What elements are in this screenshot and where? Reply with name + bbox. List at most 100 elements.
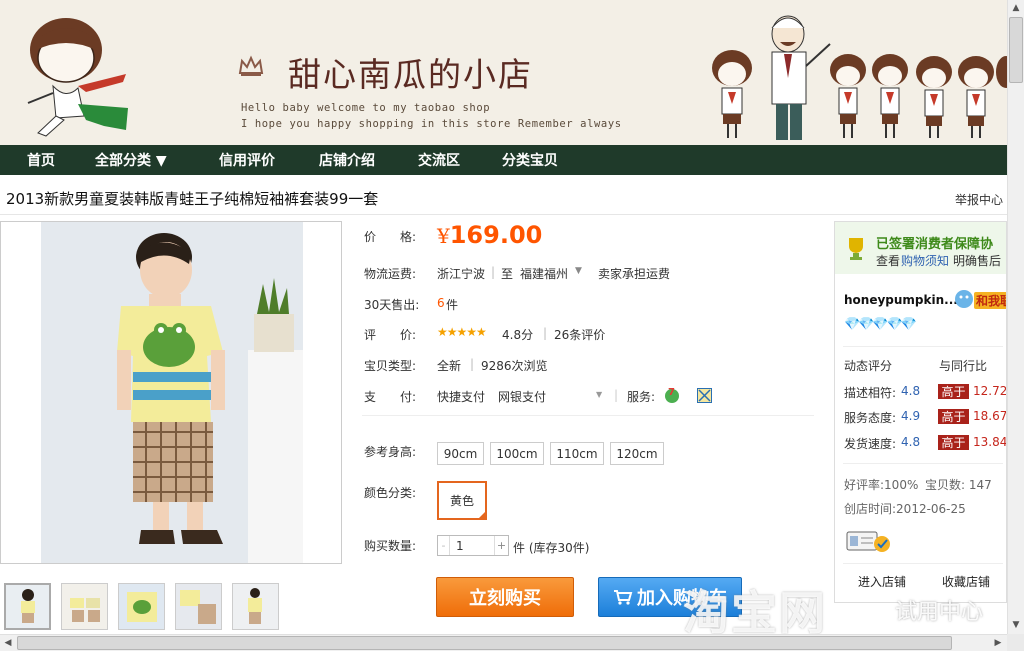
buy-now-button[interactable]: 立刻购买 — [436, 577, 574, 617]
payment-dropdown-icon[interactable]: ▼ — [596, 390, 602, 399]
score-desc-pct: 12.72 — [973, 384, 1007, 398]
enter-shop-button[interactable]: 进入店铺 — [848, 568, 916, 594]
price-value: 169.00 — [449, 221, 543, 249]
type-separator: | — [470, 357, 475, 371]
teacher-kids-doodle — [712, 15, 1007, 140]
seven-day-return-icon[interactable]: 7 — [663, 386, 681, 404]
guarantee-title: 已签署消费者保障协 — [876, 237, 994, 252]
type-label: 宝贝类型: — [364, 359, 417, 373]
score-desc-badge: 高于 — [938, 384, 969, 399]
scrollbar-corner — [1007, 634, 1024, 651]
thumbnail-1[interactable] — [4, 583, 51, 630]
scroll-down-arrow-icon[interactable]: ▼ — [1008, 617, 1024, 633]
shipping-note: 卖家承担运费 — [598, 267, 671, 281]
view-count: 9286次浏览 — [481, 359, 548, 373]
crown-icon — [238, 55, 264, 76]
size-label: 参考身高: — [364, 445, 417, 459]
score-service-value: 4.9 — [901, 409, 921, 423]
thumbnail-2[interactable] — [61, 583, 108, 630]
color-option-label: 黄色 — [449, 494, 474, 508]
seller-sep-3 — [843, 563, 1003, 564]
score-desc-value: 4.8 — [901, 384, 921, 398]
quantity-increase-button[interactable]: + — [494, 536, 508, 555]
vertical-scroll-thumb[interactable] — [1009, 17, 1023, 83]
nav-shop-intro[interactable]: 店铺介绍 — [319, 150, 375, 170]
shipping-label: 物流运费: — [364, 267, 417, 281]
nav-credit-rating[interactable]: 信用评价 — [219, 150, 275, 170]
size-option-120[interactable]: 120cm — [610, 442, 664, 465]
trophy-icon — [849, 238, 863, 260]
thumbnail-strip — [4, 583, 279, 630]
shopping-notice-link[interactable]: 购物须知 — [901, 252, 949, 269]
verified-id-icon — [846, 531, 890, 552]
kid-doodle-left — [27, 18, 128, 137]
seller-name[interactable]: honeypumpkin... — [844, 293, 958, 307]
seller-sep-2 — [843, 463, 1003, 464]
nav-home[interactable]: 首页 — [27, 150, 55, 170]
sold-label: 30天售出: — [364, 298, 420, 312]
shop-nav: 首页 全部分类 ▼ 信用评价 店铺介绍 交流区 分类宝贝 — [0, 145, 1007, 175]
product-page: 甜心南瓜的小店 Hello baby welcome to my taobao … — [0, 0, 1024, 651]
guarantee-sub-2: 明确售后 — [953, 254, 1002, 268]
score-service-label: 服务态度: — [844, 411, 897, 425]
shipping-from: 浙江宁波 — [437, 267, 486, 281]
seller-panel: 已签署消费者保障协 查看 购物须知 明确售后 honeypumpkin... 和… — [834, 221, 1007, 603]
payment-quick: 快捷支付 — [437, 390, 486, 404]
payment-label: 支 付: — [364, 390, 417, 404]
shipping-destination-select[interactable]: 福建福州 — [520, 265, 568, 282]
rating-label: 评 价: — [364, 328, 417, 342]
seller-credit-diamonds: 💎💎💎💎💎 — [844, 317, 917, 332]
seller-sep-1 — [843, 346, 1003, 347]
rating-count-link[interactable]: 26条评价 — [554, 326, 605, 343]
size-option-110[interactable]: 110cm — [550, 442, 604, 465]
size-option-90[interactable]: 90cm — [437, 442, 484, 465]
thumbnail-3[interactable] — [118, 583, 165, 630]
shop-name: 甜心南瓜的小店 — [288, 55, 533, 94]
scroll-right-arrow-icon[interactable]: ▶ — [990, 635, 1006, 651]
thumbnail-5[interactable] — [232, 583, 279, 630]
scroll-left-arrow-icon[interactable]: ◀ — [0, 635, 16, 651]
horizontal-scrollbar[interactable]: ◀ ▶ — [0, 634, 1007, 651]
quantity-label: 购买数量: — [364, 539, 417, 553]
vertical-scrollbar[interactable]: ▲ ▼ — [1007, 0, 1024, 634]
score-service-badge: 高于 — [938, 409, 969, 424]
quantity-decrease-button[interactable]: - — [438, 536, 450, 555]
scroll-up-arrow-icon[interactable]: ▲ — [1008, 0, 1024, 16]
compare-label: 与同行比 — [939, 359, 988, 373]
cart-icon — [614, 590, 633, 605]
main-product-image[interactable] — [0, 221, 342, 564]
quantity-input[interactable] — [450, 536, 494, 555]
currency-symbol: ¥ — [437, 224, 450, 248]
guarantee-sub-1: 查看 — [876, 254, 901, 268]
horizontal-scroll-thumb[interactable] — [17, 636, 952, 650]
product-title: 2013新款男童夏装韩版青蛙王子纯棉短袖裤套装99一套 — [6, 190, 379, 208]
trial-center-watermark: 试用中心 — [895, 600, 984, 625]
slogan-line-1: Hello baby welcome to my taobao shop — [241, 102, 491, 114]
score-delivery-label: 发货速度: — [844, 437, 897, 451]
size-option-100[interactable]: 100cm — [490, 442, 544, 465]
title-divider — [0, 214, 1007, 215]
info-divider — [362, 415, 814, 416]
guarantee-icon[interactable] — [697, 388, 712, 403]
nav-all-categories[interactable]: 全部分类 ▼ — [95, 150, 167, 170]
rating-score: 4.8分 — [502, 328, 534, 342]
slogan-line-2: I hope you happy shopping in this store … — [241, 118, 622, 130]
chevron-down-icon[interactable]: ▼ — [575, 266, 582, 276]
svg-text:7: 7 — [668, 387, 675, 398]
favorite-shop-button[interactable]: 收藏店铺 — [932, 568, 1000, 594]
color-option-yellow[interactable]: 黄色 — [437, 481, 487, 520]
thumbnail-4[interactable] — [175, 583, 222, 630]
nav-category-items[interactable]: 分类宝贝 — [502, 150, 558, 170]
score-delivery-pct: 13.84 — [973, 435, 1007, 449]
shipping-separator: | — [491, 265, 496, 279]
score-delivery-value: 4.8 — [901, 435, 921, 449]
chat-button[interactable]: 和我联 — [974, 292, 1006, 309]
report-center-link[interactable]: 举报中心 — [955, 191, 1003, 208]
service-separator: | — [614, 388, 619, 402]
score-delivery-badge: 高于 — [938, 435, 969, 450]
chat-avatar-icon[interactable] — [954, 289, 974, 309]
nav-forum[interactable]: 交流区 — [418, 150, 460, 170]
stock-text: 件 (库存30件) — [513, 541, 590, 555]
score-desc-label: 描述相符: — [844, 386, 897, 400]
score-service-pct: 18.67 — [973, 409, 1007, 423]
